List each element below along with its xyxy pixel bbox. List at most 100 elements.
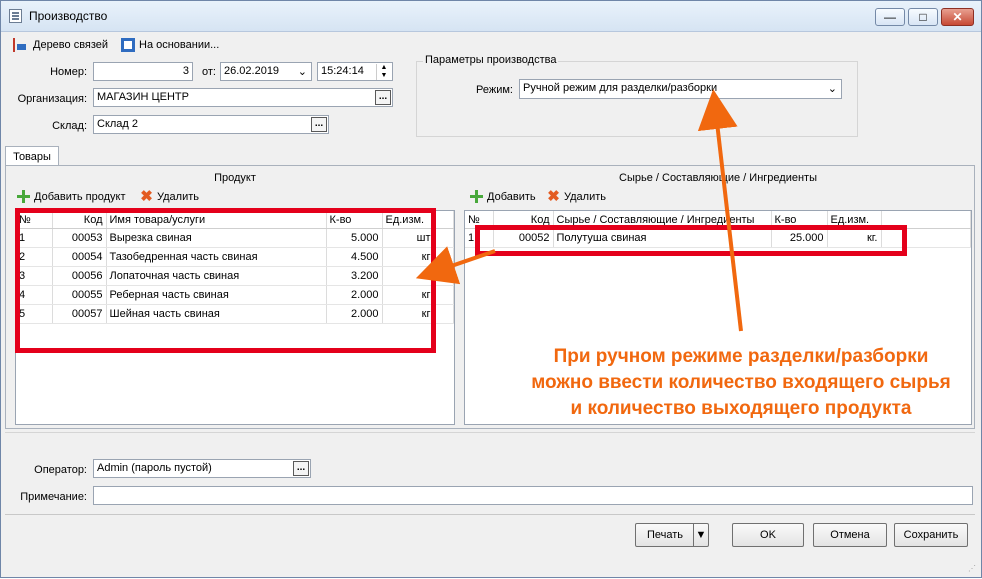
table-cell: 00054	[52, 247, 107, 267]
document-copy-icon	[121, 38, 135, 52]
column-header[interactable]: Код	[493, 211, 554, 229]
organization-select-button[interactable]: ...	[375, 90, 391, 105]
table-cell: 1	[19, 231, 26, 244]
delete-x-icon: ✖	[547, 188, 560, 205]
warehouse-field[interactable]: Склад 2	[93, 115, 329, 134]
table-cell[interactable]: 2.000	[326, 285, 383, 305]
table-cell: 4	[16, 285, 53, 305]
table-row[interactable]: 1 00053 Вырезка свиная 5.000 шт	[16, 228, 454, 248]
relations-tree-button[interactable]: Дерево связей	[13, 36, 108, 54]
current-row-indicator	[16, 231, 17, 245]
add-raw-button[interactable]: Добавить	[470, 190, 536, 203]
add-product-label: Добавить продукт	[34, 190, 126, 203]
column-header[interactable]: Код	[52, 211, 107, 229]
organization-label: Организация:	[17, 93, 87, 105]
delete-product-label: Удалить	[157, 190, 199, 203]
operator-field[interactable]: Admin (пароль пустой)	[93, 459, 311, 478]
delete-x-icon: ✖	[140, 188, 153, 205]
date-picker[interactable]: 26.02.2019 ⌄	[220, 62, 312, 81]
note-label: Примечание:	[20, 491, 87, 503]
delete-product-button[interactable]: ✖ Удалить	[140, 188, 199, 205]
add-raw-label: Добавить	[487, 190, 536, 203]
number-field[interactable]: 3	[93, 62, 193, 81]
window-title: Производство	[29, 9, 108, 23]
table-cell: 1	[465, 228, 494, 248]
cancel-button[interactable]: Отмена	[813, 523, 887, 547]
tab-goods[interactable]: Товары	[5, 146, 59, 166]
table-cell: кг	[382, 266, 435, 286]
table-cell: Реберная часть свиная	[106, 285, 327, 305]
column-header[interactable]: Имя товара/услуги	[106, 211, 327, 229]
column-header[interactable]: Ед.изм.	[827, 211, 882, 229]
production-params-group	[416, 61, 858, 137]
operator-select-button[interactable]: ...	[293, 461, 309, 476]
table-cell: шт	[382, 228, 435, 248]
table-row[interactable]: 3 00056 Лопаточная часть свиная 3.200 кг	[16, 266, 454, 286]
raw-grid-header: № Код Сырье / Составляющие / Ингредиенты…	[465, 211, 971, 229]
table-cell: 00053	[52, 228, 107, 248]
product-grid[interactable]: № Код Имя товара/услуги К-во Ед.изм. 1 0…	[15, 210, 455, 425]
spin-arrows-icon[interactable]: ▲ ▼	[376, 64, 391, 80]
operator-label: Оператор:	[34, 464, 87, 476]
table-row[interactable]: 1 00052 Полутуша свиная 25.000 кг.	[465, 228, 971, 248]
table-cell: Тазобедренная часть свиная	[106, 247, 327, 267]
table-cell: кг	[382, 304, 435, 324]
column-header[interactable]: К-во	[326, 211, 383, 229]
plus-icon	[17, 190, 30, 203]
table-cell: кг.	[827, 228, 882, 248]
print-button[interactable]: Печать ▼	[635, 523, 709, 547]
minimize-button[interactable]: —	[875, 8, 905, 26]
table-cell[interactable]: 4.500	[326, 247, 383, 267]
dropdown-arrow-icon[interactable]: ▼	[693, 524, 708, 546]
delete-raw-label: Удалить	[564, 190, 606, 203]
product-grid-header: № Код Имя товара/услуги К-во Ед.изм.	[16, 211, 454, 229]
table-cell: 2	[16, 247, 53, 267]
table-cell: 00055	[52, 285, 107, 305]
production-window: Производство — □ ✕ Дерево связей На осно…	[0, 0, 982, 578]
column-header[interactable]: №	[465, 211, 494, 229]
organization-field[interactable]: МАГАЗИН ЦЕНТР	[93, 88, 393, 107]
mode-select[interactable]: Ручной режим для разделки/разборки ⌄	[519, 79, 842, 99]
chevron-down-icon: ⌄	[297, 66, 307, 78]
delete-raw-button[interactable]: ✖ Удалить	[547, 188, 606, 205]
table-cell: Вырезка свиная	[106, 228, 327, 248]
based-on-button[interactable]: На основании...	[121, 36, 219, 54]
mode-value: Ручной режим для разделки/разборки	[523, 82, 718, 94]
date-value: 26.02.2019	[224, 65, 280, 77]
number-label: Номер:	[50, 66, 87, 78]
plus-icon	[470, 190, 483, 203]
time-field[interactable]: 15:24:14 ▲ ▼	[317, 62, 393, 81]
add-product-button[interactable]: Добавить продукт	[17, 190, 126, 203]
product-pane-title: Продукт	[214, 172, 256, 184]
table-cell: Лопаточная часть свиная	[106, 266, 327, 286]
table-cell: 00056	[52, 266, 107, 286]
table-cell[interactable]: 25.000	[771, 228, 828, 248]
column-header[interactable]: К-во	[771, 211, 828, 229]
table-cell: кг	[382, 285, 435, 305]
table-cell: Шейная часть свиная	[106, 304, 327, 324]
column-header[interactable]: Ед.изм.	[382, 211, 435, 229]
maximize-button[interactable]: □	[908, 8, 938, 26]
table-cell[interactable]: 2.000	[326, 304, 383, 324]
save-button[interactable]: Сохранить	[894, 523, 968, 547]
close-button[interactable]: ✕	[941, 8, 974, 26]
column-header[interactable]: №	[16, 211, 53, 229]
document-icon	[9, 9, 22, 23]
ok-button[interactable]: OK	[732, 523, 804, 547]
table-cell: 3	[16, 266, 53, 286]
table-cell: 00057	[52, 304, 107, 324]
table-row[interactable]: 5 00057 Шейная часть свиная 2.000 кг	[16, 304, 454, 324]
annotation-line: можно ввести количество входящего сырья	[531, 372, 951, 393]
table-row[interactable]: 4 00055 Реберная часть свиная 2.000 кг	[16, 285, 454, 305]
table-cell[interactable]: 3.200	[326, 266, 383, 286]
table-cell[interactable]: 5.000	[326, 228, 383, 248]
relations-tree-label: Дерево связей	[33, 39, 109, 51]
warehouse-label: Склад:	[52, 120, 87, 132]
table-row[interactable]: 2 00054 Тазобедренная часть свиная 4.500…	[16, 247, 454, 267]
resize-grip-icon[interactable]: ⋰	[968, 564, 978, 574]
chevron-down-icon: ⌄	[827, 83, 837, 95]
warehouse-select-button[interactable]: ...	[311, 117, 327, 132]
column-header[interactable]: Сырье / Составляющие / Ингредиенты	[553, 211, 772, 229]
table-cell: 5	[16, 304, 53, 324]
note-field[interactable]	[93, 486, 973, 505]
